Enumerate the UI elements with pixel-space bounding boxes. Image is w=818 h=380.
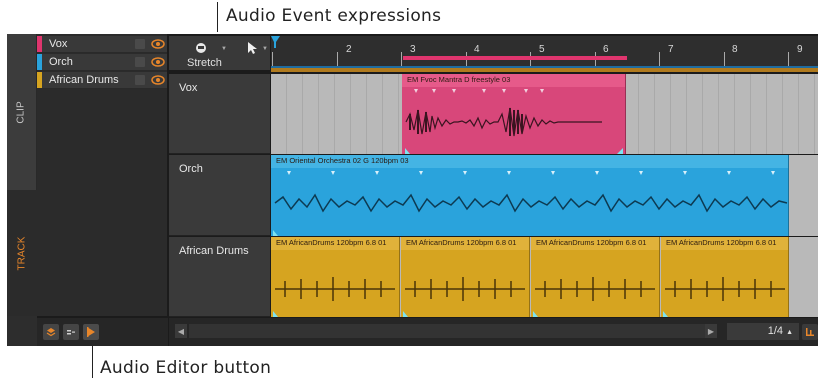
waveform — [533, 277, 655, 317]
tab-track[interactable]: TRACK — [7, 190, 37, 316]
eye-icon[interactable] — [151, 56, 165, 68]
audio-clip[interactable]: EM AfricanDrums 120bpm 6.8 01 — [531, 237, 660, 317]
playhead-marker-icon[interactable] — [271, 36, 281, 48]
audio-editor-button[interactable] — [83, 324, 99, 340]
lane-african-drums[interactable]: EM AfricanDrums 120bpm 6.8 01 EM African… — [271, 237, 818, 317]
layers-button[interactable] — [43, 324, 59, 340]
track-header-name: Orch — [179, 163, 203, 175]
audio-editor-icon — [87, 327, 95, 337]
eye-icon[interactable] — [151, 38, 165, 50]
track-list-item-label: Vox — [49, 38, 68, 50]
layers-icon — [46, 328, 56, 337]
track-color-swatch — [37, 36, 42, 52]
arrangement-marker-bar — [271, 68, 818, 72]
track-list-panel: Vox Orch African Drums — [37, 34, 167, 316]
chevron-down-icon: ▼ — [221, 46, 227, 52]
waveform — [403, 277, 525, 317]
track-header-name: Vox — [179, 82, 198, 94]
snap-icon — [806, 328, 814, 336]
waveform — [273, 171, 788, 236]
ruler-bar-7: 7 — [668, 44, 674, 55]
audio-clip[interactable]: EM Oriental Orchestra 02 G 120bpm 03 — [271, 155, 789, 236]
track-color-swatch — [37, 54, 42, 70]
track-header-orch[interactable]: Orch — [169, 155, 270, 236]
ruler-tick — [659, 52, 660, 66]
audio-clip[interactable]: EM Fvoc Mantra D freestyle 03 — [402, 74, 626, 154]
track-list-item-african-drums[interactable]: African Drums — [37, 72, 167, 89]
bitwig-arranger-window: CLIP TRACK Vox Orch African Drums ▼ Stre… — [7, 34, 818, 346]
grid-quantize-selector[interactable]: 1/4 ▲ — [727, 323, 799, 340]
lock-icon[interactable] — [135, 57, 145, 67]
callout-top-line — [217, 2, 218, 32]
ruler-tick — [272, 52, 273, 66]
stretch-mode-selector[interactable]: Stretch — [187, 57, 222, 69]
lane-orch[interactable]: EM Oriental Orchestra 02 G 120bpm 03 — [271, 155, 818, 236]
eye-icon[interactable] — [151, 74, 165, 86]
callout-audio-editor-button: Audio Editor button — [100, 358, 272, 378]
ruler-bar-2: 2 — [346, 44, 352, 55]
chevron-up-icon: ▲ — [786, 329, 793, 336]
ruler-tick — [724, 52, 725, 66]
grid-quantize-value: 1/4 — [767, 325, 783, 337]
scroll-left-button[interactable]: ◀ — [175, 324, 187, 338]
track-list-item-vox[interactable]: Vox — [37, 36, 167, 53]
scroll-right-button[interactable]: ▶ — [705, 324, 717, 338]
track-header-name: African Drums — [179, 245, 249, 257]
ruler-bar-5: 5 — [539, 44, 545, 55]
track-list-item-orch[interactable]: Orch — [37, 54, 167, 71]
inspector-tab-strip: CLIP TRACK — [7, 34, 37, 346]
ruler-tick — [401, 52, 402, 66]
lock-icon[interactable] — [135, 75, 145, 85]
track-header-vox[interactable]: Vox — [169, 74, 270, 154]
lock-icon[interactable] — [135, 39, 145, 49]
ruler-bar-4: 4 — [474, 44, 480, 55]
vox-clip-range-marker — [403, 56, 627, 60]
waveform — [663, 277, 785, 317]
horizontal-scrollbar[interactable] — [189, 324, 715, 338]
ruler-bar-8: 8 — [732, 44, 738, 55]
ruler-bar-3: 3 — [410, 44, 416, 55]
ruler-tick — [788, 52, 789, 66]
screenshot-root: Audio Event expressions Audio Editor but… — [0, 0, 818, 380]
callout-bottom-line — [92, 344, 93, 378]
lane-vox[interactable]: EM Fvoc Mantra D freestyle 03 — [271, 74, 818, 154]
chevron-down-icon: ▼ — [262, 46, 268, 52]
detail-editor-button[interactable] — [63, 324, 79, 340]
sliders-icon — [67, 330, 75, 335]
waveform — [273, 277, 395, 317]
track-color-swatch — [37, 72, 42, 88]
audio-clip[interactable]: EM AfricanDrums 120bpm 6.8 01 — [271, 237, 400, 317]
track-list-item-label: Orch — [49, 56, 73, 68]
arranger-toolbar: ▼ Stretch ▼ — [169, 36, 270, 70]
ruler-bar-6: 6 — [603, 44, 609, 55]
tab-track-label: TRACK — [16, 236, 28, 270]
audio-clip[interactable]: EM AfricanDrums 120bpm 6.8 01 — [401, 237, 530, 317]
timeline-ruler[interactable]: 2 3 4 5 6 7 8 9 — [271, 36, 818, 66]
stretch-mode-icon — [196, 43, 206, 53]
pointer-tool-icon[interactable] — [247, 41, 259, 55]
grid-snap-button[interactable] — [802, 324, 818, 340]
track-list-item-label: African Drums — [49, 74, 119, 86]
audio-clip[interactable]: EM AfricanDrums 120bpm 6.8 01 — [661, 237, 789, 317]
callout-audio-event-expressions: Audio Event expressions — [226, 6, 442, 26]
ruler-bar-9: 9 — [797, 44, 803, 55]
tab-clip[interactable]: CLIP — [7, 34, 37, 190]
tab-clip-label: CLIP — [15, 100, 27, 124]
ruler-tick — [337, 52, 338, 66]
track-header-african-drums[interactable]: African Drums — [169, 237, 270, 317]
waveform — [405, 89, 623, 154]
